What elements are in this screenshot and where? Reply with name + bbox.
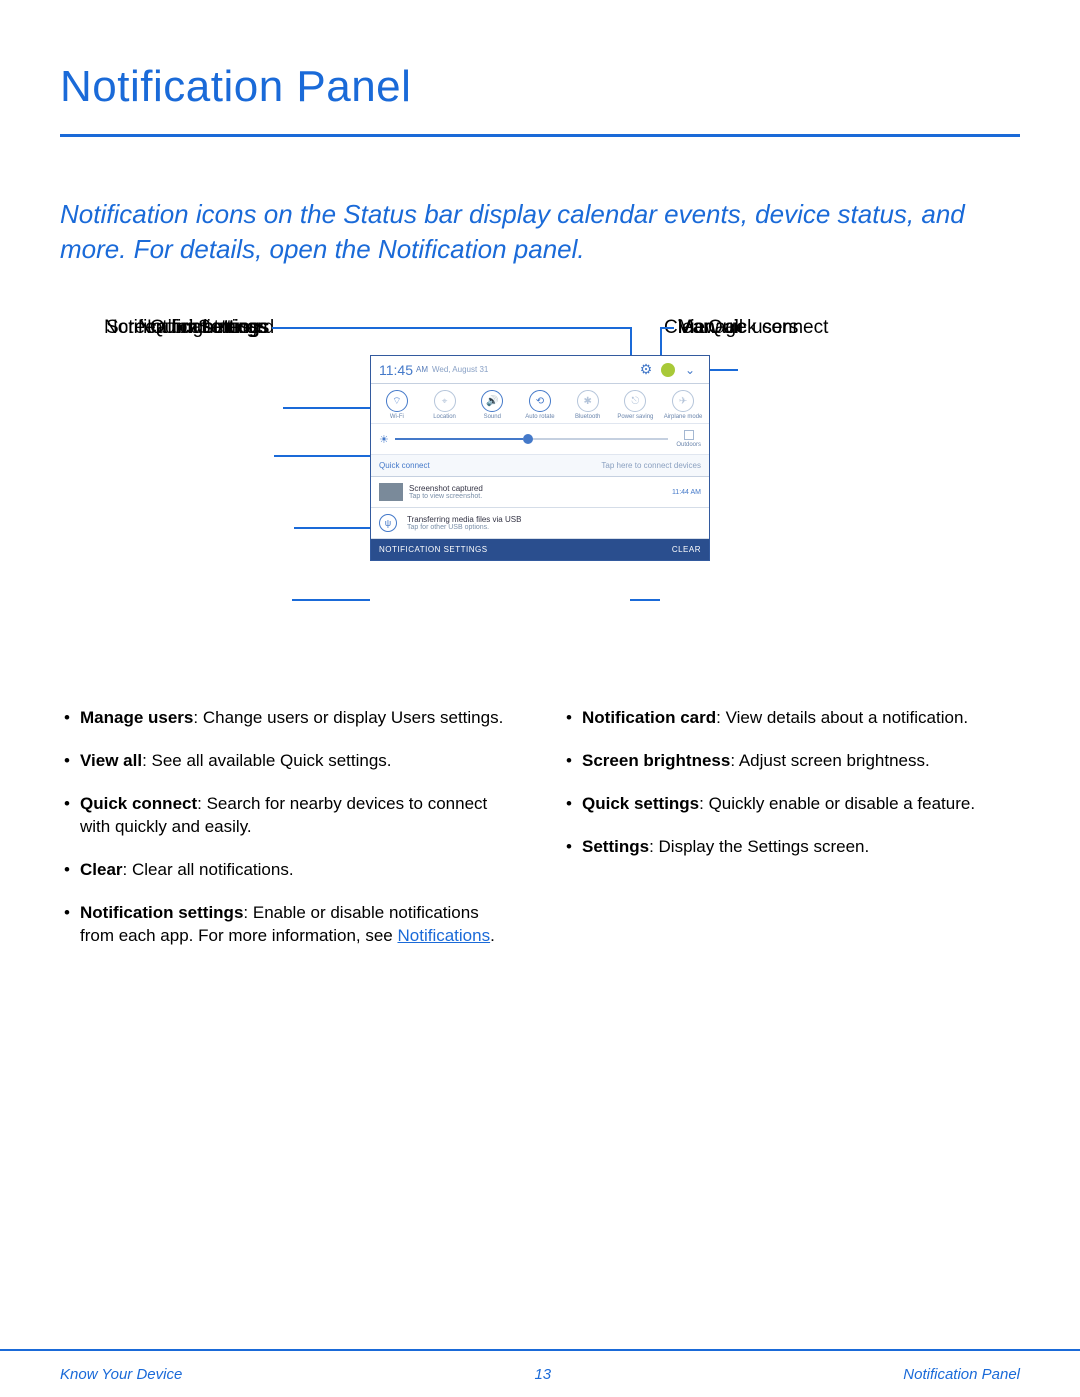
- quick-setting-bluetooth[interactable]: ✱ Bluetooth: [567, 390, 609, 420]
- right-column: Notification card: View details about a …: [564, 707, 1018, 968]
- card-title: Transferring media files via USB: [407, 515, 701, 524]
- left-column: Manage users: Change users or display Us…: [62, 707, 516, 968]
- title-rule: [60, 134, 1020, 137]
- footer-left: Know Your Device: [60, 1366, 182, 1383]
- quick-setting-auto-rotate[interactable]: ⟲ Auto rotate: [519, 390, 561, 420]
- quick-setting-airplane-mode[interactable]: ✈ Airplane mode: [662, 390, 704, 420]
- list-item: Screen brightness: Adjust screen brightn…: [564, 750, 1018, 773]
- notification-settings-button[interactable]: NOTIFICATION SETTINGS: [379, 545, 488, 554]
- card-title: Screenshot captured: [409, 484, 672, 493]
- footer-page: 13: [534, 1366, 551, 1383]
- list-item: Manage users: Change users or display Us…: [62, 707, 516, 730]
- qs-label: Sound: [484, 414, 501, 420]
- panel-header: 11:45 AM Wed, August 31 ⚙ ⌄: [371, 356, 709, 384]
- qs-label: Airplane mode: [664, 414, 703, 420]
- page-title: Notification Panel: [60, 62, 1020, 112]
- chevron-down-icon[interactable]: ⌄: [683, 363, 697, 377]
- diagram: Settings Quick settings Screen brightnes…: [60, 317, 1020, 627]
- list-item: View all: See all available Quick settin…: [62, 750, 516, 773]
- list-item: Clear: Clear all notifications.: [62, 859, 516, 882]
- quick-settings-row: ⌔ Wi-Fi ⌖ Location 🔊 Sound ⟲ Auto rotate ✱ Blueto…: [371, 384, 709, 424]
- qs-label: Location: [433, 414, 456, 420]
- brightness-icon: ☀: [379, 433, 389, 446]
- page-footer: Know Your Device 13 Notification Panel: [0, 1349, 1080, 1397]
- description-columns: Manage users: Change users or display Us…: [60, 707, 1020, 968]
- footer-right: Notification Panel: [903, 1366, 1020, 1383]
- qs-label: Bluetooth: [575, 414, 600, 420]
- outdoors-toggle[interactable]: Outdoors: [676, 430, 701, 448]
- card-timestamp: 11:44 AM: [672, 489, 701, 496]
- brightness-slider[interactable]: [395, 438, 668, 440]
- brightness-row[interactable]: ☀ Outdoors: [371, 424, 709, 455]
- qs-icon: ✈: [672, 390, 694, 412]
- qs-icon: ⟲: [529, 390, 551, 412]
- list-item: Quick settings: Quickly enable or disabl…: [564, 793, 1018, 816]
- qs-icon: 🔊: [481, 390, 503, 412]
- ampm: AM: [416, 365, 428, 374]
- link-notifications[interactable]: Notifications: [397, 926, 490, 945]
- list-item: Settings: Display the Settings screen.: [564, 836, 1018, 859]
- qs-label: Power saving: [617, 414, 653, 420]
- card-subtitle: Tap for other USB options.: [407, 524, 701, 531]
- date: Wed, August 31: [432, 365, 488, 374]
- user-icon[interactable]: [661, 363, 675, 377]
- notification-card[interactable]: ψ Transferring media files via USB Tap f…: [371, 508, 709, 539]
- list-item: Quick connect: Search for nearby devices…: [62, 793, 516, 839]
- qs-icon: ⌖: [434, 390, 456, 412]
- panel-footer: NOTIFICATION SETTINGS CLEAR: [371, 539, 709, 560]
- time: 11:45: [379, 362, 413, 378]
- quick-setting-location[interactable]: ⌖ Location: [424, 390, 466, 420]
- qs-icon: ⌔: [386, 390, 408, 412]
- list-item: Notification card: View details about a …: [564, 707, 1018, 730]
- qs-icon: ⎋: [624, 390, 646, 412]
- screenshot-thumb-icon: [379, 483, 403, 501]
- clear-button[interactable]: CLEAR: [672, 545, 701, 554]
- quick-connect-row[interactable]: Quick connect Tap here to connect device…: [371, 455, 709, 477]
- intro-text: Notification icons on the Status bar dis…: [60, 197, 1020, 267]
- list-item: Notification settings: Enable or disable…: [62, 902, 516, 948]
- gear-icon[interactable]: ⚙: [639, 363, 653, 377]
- notification-card[interactable]: Screenshot captured Tap to view screensh…: [371, 477, 709, 508]
- label-notification-settings: Notification settings: [104, 317, 269, 339]
- quick-setting-power-saving[interactable]: ⎋ Power saving: [614, 390, 656, 420]
- quick-setting-wi-fi[interactable]: ⌔ Wi-Fi: [376, 390, 418, 420]
- notification-panel: 11:45 AM Wed, August 31 ⚙ ⌄ ⌔ Wi-Fi ⌖ Locat…: [370, 355, 710, 561]
- usb-icon: ψ: [379, 514, 397, 532]
- label-quick-connect: Quick connect: [708, 317, 828, 339]
- quick-connect-hint: Tap here to connect devices: [601, 461, 701, 470]
- quick-setting-sound[interactable]: 🔊 Sound: [471, 390, 513, 420]
- qs-label: Auto rotate: [525, 414, 554, 420]
- quick-connect-label: Quick connect: [379, 461, 430, 470]
- qs-label: Wi-Fi: [390, 414, 404, 420]
- qs-icon: ✱: [577, 390, 599, 412]
- card-subtitle: Tap to view screenshot.: [409, 493, 672, 500]
